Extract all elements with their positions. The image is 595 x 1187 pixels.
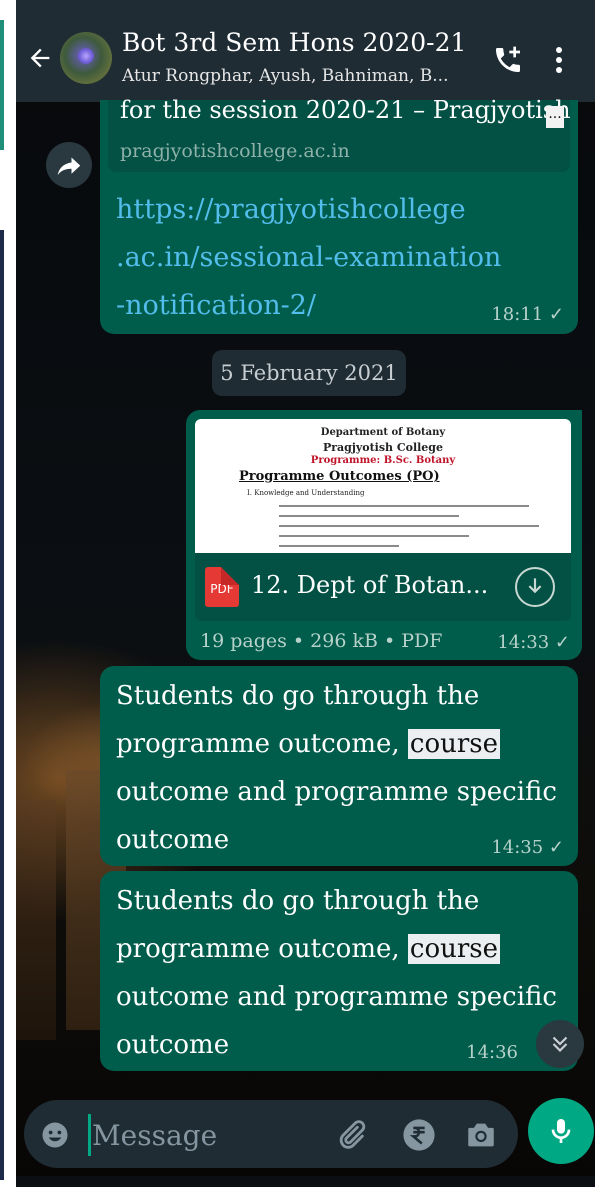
highlighted-word: course bbox=[407, 729, 501, 759]
thumb-text-line bbox=[279, 505, 529, 507]
document-filename[interactable]: 12. Dept of Botan... bbox=[251, 571, 488, 599]
message-text: Students do go through the programme out… bbox=[116, 877, 566, 1069]
wallpaper-building bbox=[16, 800, 56, 1040]
thumb-text-line bbox=[279, 545, 399, 547]
message-time: 14:33 ✓ bbox=[497, 632, 570, 653]
message-composer bbox=[24, 1100, 518, 1168]
message-time: 14:36 bbox=[466, 1042, 518, 1063]
document-meta: 19 pages • 296 kB • PDF bbox=[200, 630, 443, 652]
status-bar bbox=[16, 0, 595, 10]
text-cursor bbox=[88, 1114, 91, 1156]
left-edge bbox=[0, 0, 16, 1187]
chevron-double-down-icon bbox=[552, 1036, 568, 1053]
document-file-bar[interactable]: PDF 12. Dept of Botan... bbox=[195, 553, 571, 621]
link-text-line[interactable]: -notification-2/ bbox=[116, 282, 516, 330]
more-vert-icon[interactable] bbox=[554, 44, 564, 76]
download-icon bbox=[528, 578, 542, 594]
thumb-text-line bbox=[279, 535, 469, 537]
chat-screen: Bot 3rd Sem Hons 2020-21 Atur Rongphar, … bbox=[16, 0, 595, 1187]
message-bubble-document[interactable]: Department of Botany Pragjyotish College… bbox=[186, 410, 582, 660]
left-edge-accent bbox=[0, 20, 4, 150]
message-bubble-link[interactable]: for the session 2020-21 – Pragjyotish ..… bbox=[100, 96, 578, 334]
truncation-marker: ... bbox=[546, 106, 564, 128]
thumb-text-line bbox=[279, 515, 459, 517]
chat-header: Bot 3rd Sem Hons 2020-21 Atur Rongphar, … bbox=[16, 10, 595, 102]
link-text-line[interactable]: .ac.in/sessional-examination bbox=[116, 234, 516, 282]
navigation-bar bbox=[16, 1176, 595, 1187]
forward-icon bbox=[57, 157, 81, 175]
thumb-heading: Programme Outcomes (PO) bbox=[239, 469, 440, 484]
thumb-text: Department of Botany bbox=[320, 427, 446, 438]
add-call-icon[interactable] bbox=[492, 44, 524, 76]
date-separator: 5 February 2021 bbox=[212, 350, 406, 396]
highlighted-word: course bbox=[407, 934, 501, 964]
pdf-icon: PDF bbox=[205, 567, 239, 607]
link-preview-domain: pragjyotishcollege.ac.in bbox=[120, 140, 350, 162]
scroll-to-bottom-button[interactable] bbox=[536, 1020, 584, 1068]
rupee-icon[interactable] bbox=[402, 1118, 436, 1152]
link-preview-title: for the session 2020-21 – Pragjyotish bbox=[120, 96, 571, 124]
thumb-text-line bbox=[279, 525, 539, 527]
forward-button[interactable] bbox=[46, 142, 92, 188]
link-text-line[interactable]: https://pragjyotishcollege bbox=[116, 186, 516, 234]
message-input[interactable] bbox=[92, 1114, 322, 1156]
document-thumbnail[interactable]: Department of Botany Pragjyotish College… bbox=[195, 419, 571, 553]
message-text: Students do go through the programme out… bbox=[116, 672, 566, 864]
emoji-icon[interactable] bbox=[40, 1120, 70, 1150]
message-bubble-text[interactable]: Students do go through the programme out… bbox=[100, 871, 578, 1071]
group-avatar[interactable] bbox=[60, 32, 112, 84]
mic-icon bbox=[551, 1119, 571, 1143]
chat-title[interactable]: Bot 3rd Sem Hons 2020-21 bbox=[122, 28, 466, 57]
left-edge-band bbox=[0, 230, 4, 1180]
thumb-text: Programme: B.Sc. Botany bbox=[310, 455, 456, 466]
download-button[interactable] bbox=[515, 567, 555, 607]
paperclip-icon[interactable] bbox=[334, 1118, 368, 1152]
thumb-text: I. Knowledge and Understanding bbox=[247, 489, 365, 497]
message-time: 14:35 ✓ bbox=[491, 837, 564, 858]
message-link[interactable]: https://pragjyotishcollege .ac.in/sessio… bbox=[116, 186, 516, 330]
voice-record-button[interactable] bbox=[528, 1098, 594, 1164]
link-preview[interactable]: for the session 2020-21 – Pragjyotish ..… bbox=[108, 96, 571, 172]
chat-participants[interactable]: Atur Rongphar, Ayush, Bahniman, B... bbox=[122, 66, 449, 86]
message-bubble-text[interactable]: Students do go through the programme out… bbox=[100, 666, 578, 866]
arrow-left-icon[interactable] bbox=[26, 44, 54, 72]
message-time: 18:11 ✓ bbox=[491, 304, 564, 325]
thumb-text: Pragjyotish College bbox=[322, 441, 443, 454]
camera-icon[interactable] bbox=[464, 1118, 498, 1152]
